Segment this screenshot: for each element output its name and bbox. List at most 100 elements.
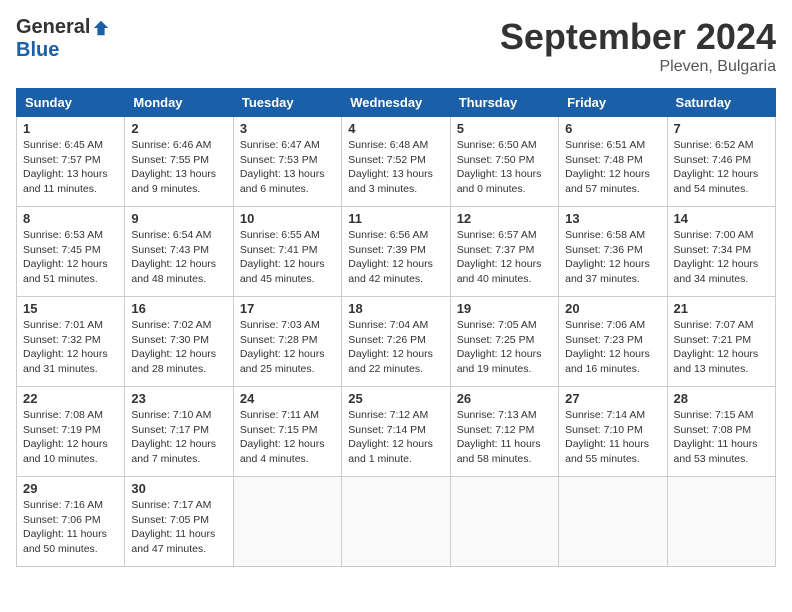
day-number: 24 [240,391,335,406]
month-title: September 2024 [500,16,776,58]
day-number: 23 [131,391,226,406]
header-tuesday: Tuesday [233,89,341,117]
day-number: 30 [131,481,226,496]
day-cell-11: 11 Sunrise: 6:56 AM Sunset: 7:39 PM Dayl… [342,207,450,297]
day-cell-12: 12 Sunrise: 6:57 AM Sunset: 7:37 PM Dayl… [450,207,558,297]
day-info: Sunrise: 6:53 AM Sunset: 7:45 PM Dayligh… [23,228,118,287]
day-number: 12 [457,211,552,226]
week-row-5: 29 Sunrise: 7:16 AM Sunset: 7:06 PM Dayl… [17,477,776,567]
day-cell-6: 6 Sunrise: 6:51 AM Sunset: 7:48 PM Dayli… [559,117,667,207]
page-header: General Blue September 2024 Pleven, Bulg… [16,16,776,76]
day-cell-7: 7 Sunrise: 6:52 AM Sunset: 7:46 PM Dayli… [667,117,775,207]
day-number: 2 [131,121,226,136]
day-number: 29 [23,481,118,496]
day-number: 4 [348,121,443,136]
calendar-table: Sunday Monday Tuesday Wednesday Thursday… [16,88,776,567]
day-number: 7 [674,121,769,136]
day-cell-20: 20 Sunrise: 7:06 AM Sunset: 7:23 PM Dayl… [559,297,667,387]
empty-cell [342,477,450,567]
day-cell-2: 2 Sunrise: 6:46 AM Sunset: 7:55 PM Dayli… [125,117,233,207]
location: Pleven, Bulgaria [500,58,776,76]
day-info: Sunrise: 6:48 AM Sunset: 7:52 PM Dayligh… [348,138,443,197]
week-row-1: 1 Sunrise: 6:45 AM Sunset: 7:57 PM Dayli… [17,117,776,207]
header-saturday: Saturday [667,89,775,117]
day-number: 17 [240,301,335,316]
day-cell-18: 18 Sunrise: 7:04 AM Sunset: 7:26 PM Dayl… [342,297,450,387]
day-info: Sunrise: 6:55 AM Sunset: 7:41 PM Dayligh… [240,228,335,287]
day-info: Sunrise: 6:52 AM Sunset: 7:46 PM Dayligh… [674,138,769,197]
logo-blue-text: Blue [16,39,59,62]
day-cell-19: 19 Sunrise: 7:05 AM Sunset: 7:25 PM Dayl… [450,297,558,387]
day-info: Sunrise: 7:00 AM Sunset: 7:34 PM Dayligh… [674,228,769,287]
day-number: 1 [23,121,118,136]
day-number: 3 [240,121,335,136]
day-cell-25: 25 Sunrise: 7:12 AM Sunset: 7:14 PM Dayl… [342,387,450,477]
day-number: 15 [23,301,118,316]
day-number: 22 [23,391,118,406]
day-cell-24: 24 Sunrise: 7:11 AM Sunset: 7:15 PM Dayl… [233,387,341,477]
day-cell-1: 1 Sunrise: 6:45 AM Sunset: 7:57 PM Dayli… [17,117,125,207]
empty-cell [450,477,558,567]
empty-cell [559,477,667,567]
day-number: 21 [674,301,769,316]
day-info: Sunrise: 7:05 AM Sunset: 7:25 PM Dayligh… [457,318,552,377]
day-cell-13: 13 Sunrise: 6:58 AM Sunset: 7:36 PM Dayl… [559,207,667,297]
header-monday: Monday [125,89,233,117]
day-cell-9: 9 Sunrise: 6:54 AM Sunset: 7:43 PM Dayli… [125,207,233,297]
day-info: Sunrise: 6:58 AM Sunset: 7:36 PM Dayligh… [565,228,660,287]
day-info: Sunrise: 7:16 AM Sunset: 7:06 PM Dayligh… [23,498,118,557]
day-info: Sunrise: 7:01 AM Sunset: 7:32 PM Dayligh… [23,318,118,377]
day-cell-14: 14 Sunrise: 7:00 AM Sunset: 7:34 PM Dayl… [667,207,775,297]
day-cell-5: 5 Sunrise: 6:50 AM Sunset: 7:50 PM Dayli… [450,117,558,207]
empty-cell [233,477,341,567]
day-number: 18 [348,301,443,316]
logo-icon [92,19,110,37]
day-number: 5 [457,121,552,136]
day-number: 16 [131,301,226,316]
day-cell-22: 22 Sunrise: 7:08 AM Sunset: 7:19 PM Dayl… [17,387,125,477]
day-info: Sunrise: 6:56 AM Sunset: 7:39 PM Dayligh… [348,228,443,287]
day-info: Sunrise: 7:04 AM Sunset: 7:26 PM Dayligh… [348,318,443,377]
day-cell-23: 23 Sunrise: 7:10 AM Sunset: 7:17 PM Dayl… [125,387,233,477]
day-info: Sunrise: 6:57 AM Sunset: 7:37 PM Dayligh… [457,228,552,287]
day-info: Sunrise: 7:10 AM Sunset: 7:17 PM Dayligh… [131,408,226,467]
day-cell-3: 3 Sunrise: 6:47 AM Sunset: 7:53 PM Dayli… [233,117,341,207]
day-info: Sunrise: 6:45 AM Sunset: 7:57 PM Dayligh… [23,138,118,197]
header-friday: Friday [559,89,667,117]
day-info: Sunrise: 7:12 AM Sunset: 7:14 PM Dayligh… [348,408,443,467]
day-cell-10: 10 Sunrise: 6:55 AM Sunset: 7:41 PM Dayl… [233,207,341,297]
day-cell-21: 21 Sunrise: 7:07 AM Sunset: 7:21 PM Dayl… [667,297,775,387]
day-number: 10 [240,211,335,226]
day-info: Sunrise: 6:54 AM Sunset: 7:43 PM Dayligh… [131,228,226,287]
day-number: 11 [348,211,443,226]
day-info: Sunrise: 7:13 AM Sunset: 7:12 PM Dayligh… [457,408,552,467]
empty-cell [667,477,775,567]
day-cell-15: 15 Sunrise: 7:01 AM Sunset: 7:32 PM Dayl… [17,297,125,387]
day-cell-26: 26 Sunrise: 7:13 AM Sunset: 7:12 PM Dayl… [450,387,558,477]
logo: General Blue [16,16,110,62]
header-sunday: Sunday [17,89,125,117]
day-info: Sunrise: 7:07 AM Sunset: 7:21 PM Dayligh… [674,318,769,377]
day-number: 19 [457,301,552,316]
day-info: Sunrise: 7:17 AM Sunset: 7:05 PM Dayligh… [131,498,226,557]
week-row-4: 22 Sunrise: 7:08 AM Sunset: 7:19 PM Dayl… [17,387,776,477]
day-number: 27 [565,391,660,406]
day-cell-28: 28 Sunrise: 7:15 AM Sunset: 7:08 PM Dayl… [667,387,775,477]
day-number: 13 [565,211,660,226]
header-thursday: Thursday [450,89,558,117]
day-number: 20 [565,301,660,316]
day-cell-8: 8 Sunrise: 6:53 AM Sunset: 7:45 PM Dayli… [17,207,125,297]
day-number: 9 [131,211,226,226]
day-info: Sunrise: 7:06 AM Sunset: 7:23 PM Dayligh… [565,318,660,377]
week-row-2: 8 Sunrise: 6:53 AM Sunset: 7:45 PM Dayli… [17,207,776,297]
header-wednesday: Wednesday [342,89,450,117]
logo-general-text: General [16,16,90,39]
weekday-header-row: Sunday Monday Tuesday Wednesday Thursday… [17,89,776,117]
day-number: 6 [565,121,660,136]
day-number: 25 [348,391,443,406]
week-row-3: 15 Sunrise: 7:01 AM Sunset: 7:32 PM Dayl… [17,297,776,387]
day-info: Sunrise: 6:46 AM Sunset: 7:55 PM Dayligh… [131,138,226,197]
day-cell-4: 4 Sunrise: 6:48 AM Sunset: 7:52 PM Dayli… [342,117,450,207]
day-info: Sunrise: 7:15 AM Sunset: 7:08 PM Dayligh… [674,408,769,467]
day-cell-30: 30 Sunrise: 7:17 AM Sunset: 7:05 PM Dayl… [125,477,233,567]
